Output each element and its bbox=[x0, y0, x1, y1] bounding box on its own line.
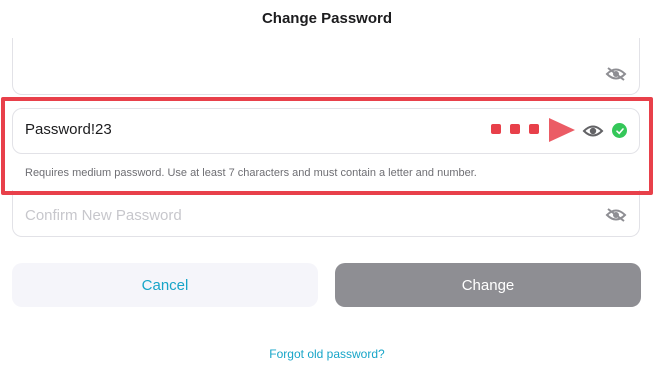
new-password-value[interactable]: Password!23 bbox=[25, 121, 112, 138]
eye-slash-icon[interactable] bbox=[605, 207, 627, 223]
arrow-dash bbox=[491, 124, 501, 134]
arrow-dash bbox=[510, 124, 520, 134]
new-password-field[interactable]: Password!23 bbox=[12, 108, 640, 154]
forgot-password-link[interactable]: Forgot old password? bbox=[0, 347, 654, 361]
valid-check-icon bbox=[612, 123, 627, 138]
password-requirements-hint: Requires medium password. Use at least 7… bbox=[25, 167, 477, 179]
eye-icon[interactable] bbox=[582, 123, 604, 139]
eye-slash-icon[interactable] bbox=[605, 66, 627, 82]
confirm-password-placeholder[interactable]: Confirm New Password bbox=[25, 207, 182, 224]
confirm-password-field[interactable]: Confirm New Password bbox=[12, 190, 640, 237]
arrow-dash bbox=[529, 124, 539, 134]
change-button[interactable]: Change bbox=[335, 263, 641, 307]
page-title: Change Password bbox=[261, 10, 393, 27]
arrow-head-icon bbox=[547, 116, 577, 149]
cancel-button[interactable]: Cancel bbox=[12, 263, 318, 307]
current-password-field[interactable] bbox=[12, 38, 640, 95]
